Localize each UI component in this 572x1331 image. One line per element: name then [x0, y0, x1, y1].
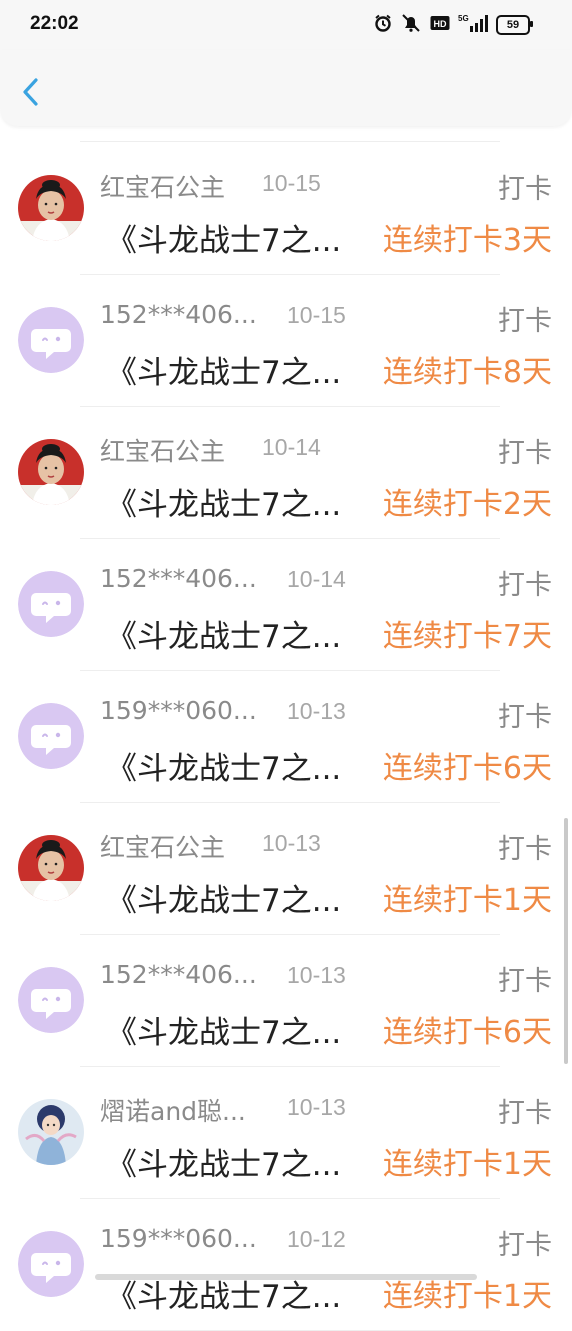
book-title: 《斗龙战士7之... [106, 751, 342, 787]
user-photo-avatar-icon [18, 175, 84, 241]
item-type: 打卡 [498, 1098, 552, 1129]
streak-label: 连续打卡1天 [382, 883, 552, 918]
avatar[interactable] [18, 307, 84, 373]
user-name: 熠诺and聪... [100, 1097, 246, 1126]
item-date: 10-13 [287, 698, 346, 724]
item-date: 10-14 [262, 434, 321, 460]
default-chat-avatar-icon [18, 571, 84, 637]
list-item[interactable]: 红宝石公主 10-13 打卡 《斗龙战士7之... 连续打卡1天 [0, 803, 572, 935]
book-title: 《斗龙战士7之... [106, 355, 342, 391]
svg-text:HD: HD [434, 19, 447, 29]
list-item[interactable]: 159***060... 10-13 打卡 《斗龙战士7之... 连续打卡6天 [0, 671, 572, 803]
home-indicator[interactable] [95, 1274, 477, 1280]
item-date: 10-15 [287, 302, 346, 328]
user-photo-avatar-icon [18, 835, 84, 901]
streak-label: 连续打卡1天 [382, 1147, 552, 1182]
streak-label: 连续打卡6天 [382, 1015, 552, 1050]
status-time: 22:02 [30, 13, 79, 34]
nav-bar [0, 50, 572, 126]
user-name: 152***406... [100, 300, 257, 329]
avatar[interactable] [18, 175, 84, 241]
user-name: 红宝石公主 [100, 833, 226, 862]
avatar[interactable] [18, 1231, 84, 1297]
list-item[interactable]: 熠诺and聪... 10-13 打卡 《斗龙战士7之... 连续打卡1天 [0, 1067, 572, 1199]
user-name: 152***406... [100, 960, 257, 989]
item-date: 10-14 [287, 566, 346, 592]
user-name: 159***060... [100, 696, 257, 725]
default-chat-avatar-icon [18, 703, 84, 769]
item-type: 打卡 [498, 1230, 552, 1261]
item-type: 打卡 [498, 306, 552, 337]
alarm-icon [374, 14, 392, 37]
book-title: 《斗龙战士7之... [106, 487, 342, 523]
avatar[interactable] [18, 571, 84, 637]
avatar[interactable] [18, 1099, 84, 1165]
checkin-list: 红宝石公主 10-15 打卡 《斗龙战士7之... 连续打卡3天 152***4… [0, 143, 572, 1331]
status-icons: HD 5G 59 [374, 13, 533, 38]
list-item[interactable]: 159***060... 10-12 打卡 《斗龙战士7之... 连续打卡1天 [0, 1199, 572, 1331]
default-chat-avatar-icon [18, 307, 84, 373]
list-item[interactable]: 152***406... 10-15 打卡 《斗龙战士7之... 连续打卡8天 [0, 275, 572, 407]
battery-level: 59 [506, 19, 520, 31]
signal-5g-icon: 5G [458, 13, 488, 38]
book-title: 《斗龙战士7之... [106, 883, 342, 919]
item-date: 10-13 [287, 1094, 346, 1120]
list-item[interactable]: 152***406... 10-13 打卡 《斗龙战士7之... 连续打卡6天 [0, 935, 572, 1067]
item-type: 打卡 [498, 966, 552, 997]
default-chat-avatar-icon [18, 967, 84, 1033]
item-type: 打卡 [498, 834, 552, 865]
list-item[interactable]: 红宝石公主 10-14 打卡 《斗龙战士7之... 连续打卡2天 [0, 407, 572, 539]
hd-icon: HD [430, 15, 450, 36]
item-date: 10-13 [262, 830, 321, 856]
item-type: 打卡 [498, 702, 552, 733]
avatar[interactable] [18, 703, 84, 769]
streak-label: 连续打卡2天 [382, 487, 552, 522]
scrollbar[interactable] [564, 818, 568, 1064]
list-item[interactable]: 152***406... 10-14 打卡 《斗龙战士7之... 连续打卡7天 [0, 539, 572, 671]
streak-label: 连续打卡6天 [382, 751, 552, 786]
user-name: 红宝石公主 [100, 437, 226, 466]
chevron-left-icon [23, 78, 38, 106]
anime-avatar-icon [18, 1099, 84, 1165]
item-date: 10-15 [262, 170, 321, 196]
item-type: 打卡 [498, 438, 552, 469]
svg-text:5G: 5G [458, 14, 469, 23]
item-date: 10-13 [287, 962, 346, 988]
item-date: 10-12 [287, 1226, 346, 1252]
status-bar: 22:02 HD 5G 59 [0, 0, 572, 50]
user-name: 159***060... [100, 1224, 257, 1253]
default-chat-avatar-icon [18, 1231, 84, 1297]
book-title: 《斗龙战士7之... [106, 1015, 342, 1051]
user-name: 152***406... [100, 564, 257, 593]
avatar[interactable] [18, 967, 84, 1033]
book-title: 《斗龙战士7之... [106, 223, 342, 259]
battery-icon: 59 [496, 15, 533, 35]
avatar[interactable] [18, 439, 84, 505]
book-title: 《斗龙战士7之... [106, 1147, 342, 1183]
user-photo-avatar-icon [18, 439, 84, 505]
avatar[interactable] [18, 835, 84, 901]
back-button[interactable] [14, 72, 50, 112]
item-type: 打卡 [498, 570, 552, 601]
item-type: 打卡 [498, 174, 552, 205]
book-title: 《斗龙战士7之... [106, 619, 342, 655]
user-name: 红宝石公主 [100, 173, 226, 202]
mute-bell-icon [400, 13, 422, 38]
streak-label: 连续打卡3天 [382, 223, 552, 258]
list-divider [80, 141, 500, 142]
list-item[interactable]: 红宝石公主 10-15 打卡 《斗龙战士7之... 连续打卡3天 [0, 143, 572, 275]
streak-label: 连续打卡7天 [382, 619, 552, 654]
streak-label: 连续打卡8天 [382, 355, 552, 390]
